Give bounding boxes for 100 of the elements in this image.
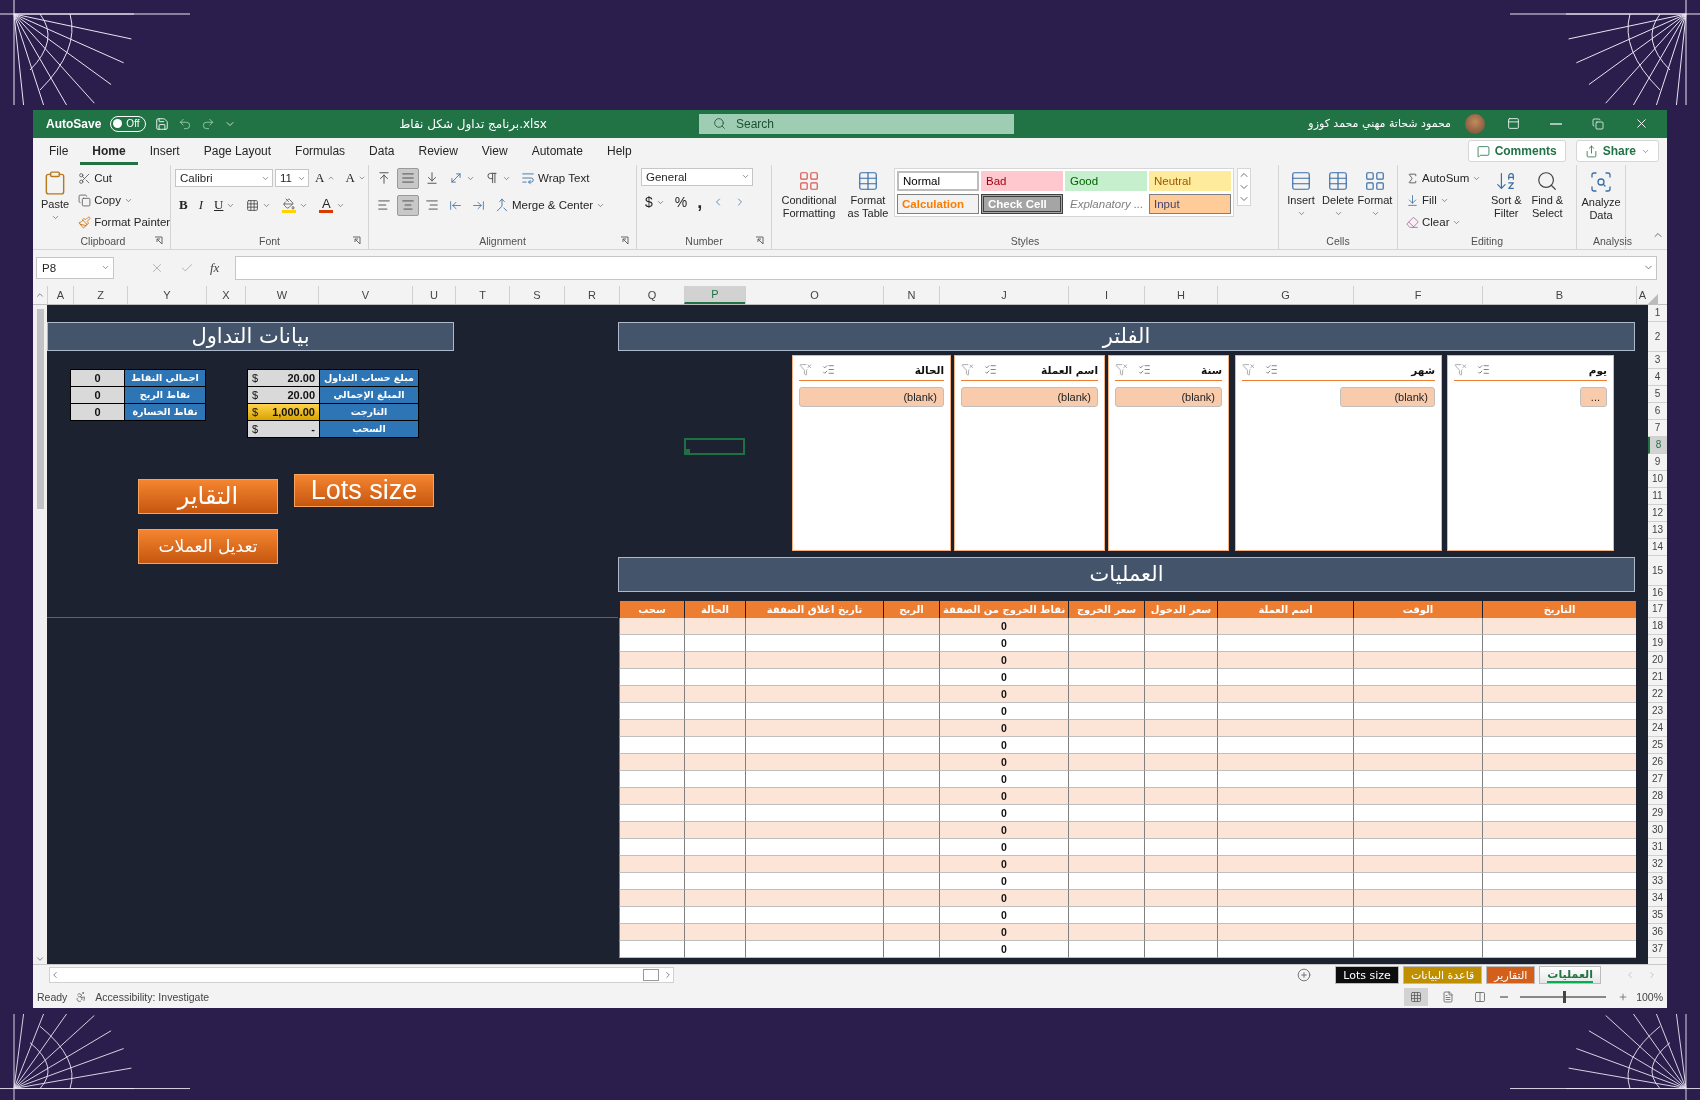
font-size-field[interactable]: 11 <box>275 169 309 188</box>
slicer-item[interactable]: (blank) <box>1340 386 1435 407</box>
cell-style-option[interactable]: Neutral <box>1149 170 1231 191</box>
view-button[interactable] <box>1404 987 1429 1006</box>
row-header[interactable]: 5 <box>1648 385 1667 403</box>
scrollbar-thumb[interactable] <box>36 308 44 509</box>
clear-filter-icon[interactable] <box>1115 363 1128 377</box>
redo-icon[interactable] <box>200 116 215 131</box>
sheet-tab[interactable]: Lots size <box>1335 966 1399 985</box>
number-format-field[interactable]: General <box>641 167 753 186</box>
copy-button[interactable]: Copy <box>74 189 175 211</box>
sort-filter-button[interactable]: Sort & Filter <box>1487 167 1526 223</box>
autosum-button[interactable]: AutoSum <box>1402 167 1486 189</box>
multi-select-icon[interactable] <box>1138 363 1151 377</box>
scrollbar-thumb[interactable] <box>643 969 659 982</box>
column-header[interactable]: X <box>206 285 245 304</box>
row-header[interactable]: 4 <box>1648 368 1667 386</box>
undo-icon[interactable] <box>177 116 192 131</box>
middle-align-button[interactable] <box>397 167 419 189</box>
clear-filter-icon[interactable] <box>799 363 812 377</box>
user-avatar[interactable] <box>1465 113 1485 134</box>
horizontal-scrollbar[interactable] <box>49 967 674 984</box>
row-header[interactable]: 6 <box>1648 402 1667 420</box>
row-header[interactable]: 22 <box>1648 685 1667 703</box>
dialog-launcher-icon[interactable] <box>154 236 163 246</box>
row-header[interactable]: 3 <box>1648 351 1667 369</box>
multi-select-icon[interactable] <box>822 363 835 377</box>
zoom-out-icon[interactable] <box>1500 995 1509 998</box>
row-header[interactable]: 25 <box>1648 736 1667 754</box>
currency-button[interactable]: $ <box>641 191 669 213</box>
row-header[interactable]: 33 <box>1648 872 1667 890</box>
row-header[interactable]: 34 <box>1648 889 1667 907</box>
row-header[interactable]: 31 <box>1648 838 1667 856</box>
row-header[interactable]: 35 <box>1648 906 1667 924</box>
comments-button[interactable]: Comments <box>1467 140 1566 163</box>
row-header[interactable]: 21 <box>1648 668 1667 686</box>
column-header[interactable]: A <box>47 285 73 304</box>
row-header[interactable]: 23 <box>1648 702 1667 720</box>
find-select-button[interactable]: Find & Select <box>1527 167 1568 223</box>
share-button[interactable]: Share <box>1575 140 1659 163</box>
menu-tab[interactable]: Data <box>357 137 407 165</box>
selected-cell[interactable] <box>684 437 745 455</box>
analyze-data-button[interactable]: Analyze Data <box>1581 167 1621 225</box>
cells-button[interactable]: Format <box>1357 167 1393 221</box>
slicer-item[interactable]: (blank) <box>961 386 1098 407</box>
row-header[interactable]: 13 <box>1648 521 1667 539</box>
column-header[interactable]: G <box>1217 285 1353 304</box>
dialog-launcher-icon[interactable] <box>352 236 361 246</box>
vertical-scrollbar[interactable] <box>33 304 47 965</box>
menu-tab[interactable]: Insert <box>137 137 192 165</box>
column-header[interactable]: T <box>455 285 509 304</box>
cells-button[interactable]: Insert <box>1283 167 1319 221</box>
row-header[interactable]: 27 <box>1648 770 1667 788</box>
clear-filter-icon[interactable] <box>1242 363 1255 377</box>
percent-button[interactable]: % <box>670 191 692 213</box>
column-header[interactable]: N <box>883 285 939 304</box>
comma-style-button[interactable]: , <box>693 191 707 213</box>
row-header[interactable]: 9 <box>1648 453 1667 471</box>
search-field[interactable]: Search <box>699 113 1014 134</box>
column-header[interactable]: F <box>1353 285 1482 304</box>
save-icon[interactable] <box>154 116 169 131</box>
italic-button[interactable]: I <box>194 194 207 216</box>
column-header[interactable]: R <box>564 285 619 304</box>
format-painter-button[interactable]: Format Painter <box>74 211 175 233</box>
column-header[interactable]: H <box>1144 285 1217 304</box>
menu-tab[interactable]: View <box>469 137 520 165</box>
scroll-right-icon[interactable] <box>663 970 673 981</box>
conditional-formatting-button[interactable]: Conditional Formatting <box>776 167 842 223</box>
dialog-launcher-icon[interactable] <box>620 236 629 246</box>
menu-tab[interactable]: Formulas <box>283 137 358 165</box>
slicer-item[interactable]: (blank) <box>799 386 944 407</box>
dialog-launcher-icon[interactable] <box>755 236 764 246</box>
menu-tab[interactable]: Review <box>406 137 470 165</box>
zoom-in-icon[interactable] <box>1618 991 1629 1002</box>
row-header[interactable]: 20 <box>1648 651 1667 669</box>
multi-select-icon[interactable] <box>984 363 997 377</box>
edit-currencies-button[interactable]: تعديل العملات <box>138 528 278 564</box>
paste-button[interactable]: Paste <box>40 167 71 225</box>
cell-style-option[interactable]: Normal <box>897 170 979 191</box>
clear-button[interactable]: Clear <box>1402 211 1486 233</box>
slicer-item[interactable]: (blank) <box>1115 386 1222 407</box>
row-header[interactable]: 37 <box>1648 940 1667 958</box>
row-header[interactable]: 30 <box>1648 821 1667 839</box>
align-center-button[interactable] <box>397 194 419 216</box>
column-header[interactable]: V <box>318 285 412 304</box>
format-as-table-button[interactable]: Format as Table <box>844 167 892 223</box>
column-header[interactable]: Q <box>619 285 684 304</box>
column-header[interactable]: B <box>1482 285 1636 304</box>
merge-center-button[interactable]: Merge & Center <box>491 194 610 216</box>
row-header[interactable]: 2 <box>1648 321 1667 352</box>
scroll-left-icon[interactable] <box>50 970 60 981</box>
menu-tab[interactable]: Home <box>80 137 138 165</box>
slicer-item[interactable]: ... <box>1580 386 1607 407</box>
column-header[interactable]: Z <box>73 285 127 304</box>
fill-button[interactable]: Fill <box>1402 189 1486 211</box>
wrap-text-button[interactable]: Wrap Text <box>517 167 594 189</box>
row-header[interactable]: 1 <box>1648 304 1667 322</box>
underline-button[interactable]: U <box>210 194 240 216</box>
select-all-icon[interactable] <box>1648 293 1658 304</box>
row-header[interactable]: 18 <box>1648 617 1667 635</box>
